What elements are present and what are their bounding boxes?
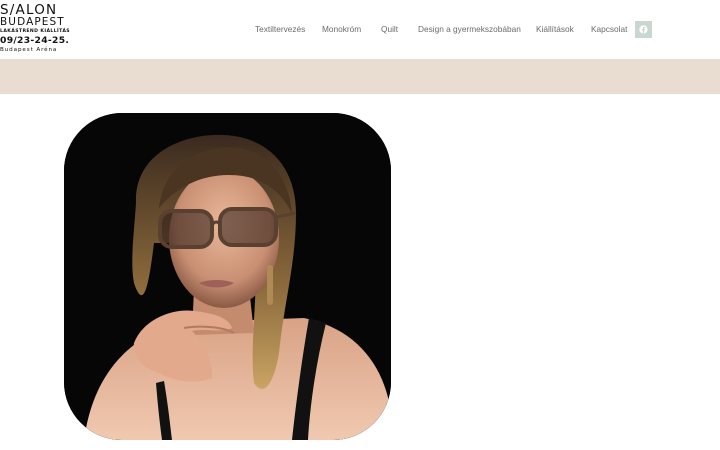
nav-item-kiallitasok[interactable]: Kiállítások (536, 22, 574, 36)
logo-title: S/ALON (0, 2, 58, 18)
portrait-photo (64, 113, 391, 440)
site-header: S/ALON BUDAPEST LAKÁSTREND KIÁLLÍTÁS 09/… (0, 0, 720, 59)
portrait-illustration (64, 113, 391, 440)
nav-item-design-gyermekszoba[interactable]: Design a gyermekszobában (418, 22, 521, 36)
nav-item-kapcsolat[interactable]: Kapcsolat (591, 22, 627, 36)
header-banner-band (0, 59, 720, 94)
main-nav: Textiltervezés Monokróm Quilt Design a g… (0, 22, 720, 38)
nav-item-textiltervezes[interactable]: Textiltervezés (255, 22, 305, 36)
logo-venue: Budapest Aréna (0, 47, 58, 53)
nav-item-monokrom[interactable]: Monokróm (322, 22, 361, 36)
facebook-button[interactable] (635, 21, 652, 38)
facebook-icon (639, 25, 648, 34)
nav-item-quilt[interactable]: Quilt (381, 22, 398, 36)
